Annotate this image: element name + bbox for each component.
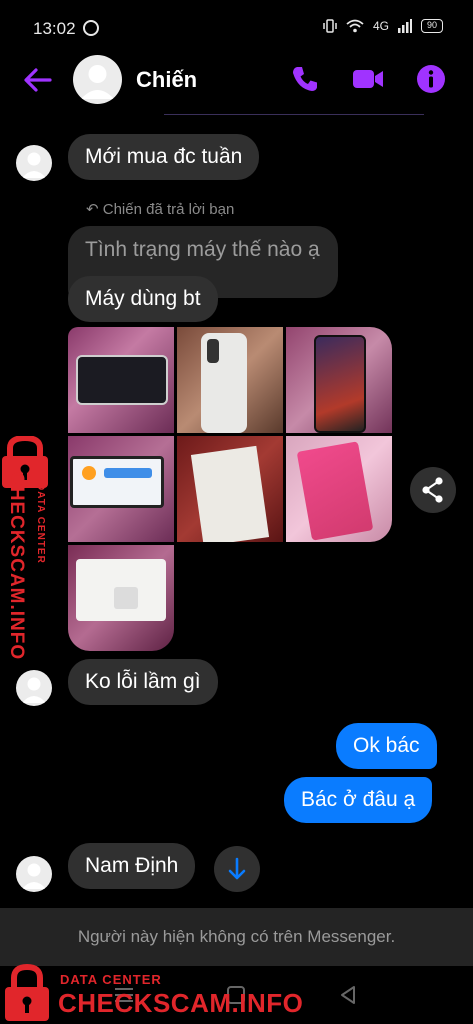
- info-icon[interactable]: [414, 62, 448, 96]
- messenger-notification-icon: [83, 20, 99, 36]
- reply-note: ↶ Chiến đã trả lời bạn: [86, 200, 234, 218]
- phone-icon[interactable]: [288, 62, 322, 96]
- watermark-side-small: DATA CENTER: [35, 483, 46, 564]
- scroll-to-bottom-button[interactable]: [214, 846, 260, 892]
- message-bubble[interactable]: Nam Định: [68, 843, 196, 889]
- back-nav-icon[interactable]: [338, 984, 358, 1006]
- contact-avatar[interactable]: [73, 55, 122, 104]
- arrow-down-icon: [228, 857, 246, 880]
- back-arrow-icon[interactable]: [22, 66, 54, 94]
- network-type: 4G: [372, 19, 389, 33]
- chat-header: Chiến: [0, 52, 473, 110]
- vibrate-icon: [323, 19, 337, 33]
- watermark-brand: CHECKSCAM.INFO: [6, 472, 27, 661]
- watermark-small-text: DATA CENTER: [60, 972, 162, 987]
- sender-avatar[interactable]: [16, 145, 52, 181]
- photo-phone-homescreen[interactable]: [286, 327, 392, 433]
- status-time: 13:02: [33, 19, 76, 38]
- photo-phone-settings-screen[interactable]: [68, 436, 174, 542]
- video-camera-icon[interactable]: [351, 62, 385, 96]
- my-message-bubble[interactable]: Ok bác: [336, 723, 437, 769]
- signal-icon: [398, 19, 412, 33]
- watermark-brand: CHECKSCAM.INFO: [58, 988, 304, 1018]
- contact-name[interactable]: Chiến: [136, 67, 197, 93]
- share-icon: [422, 477, 443, 503]
- photo-phone-back-in-hand[interactable]: [177, 327, 283, 433]
- message-bubble[interactable]: Mới mua đc tuần: [68, 134, 260, 180]
- photo-phone-box-label[interactable]: [177, 436, 283, 542]
- share-button[interactable]: [410, 467, 456, 513]
- header-divider: [164, 114, 424, 115]
- sender-avatar[interactable]: [16, 856, 52, 892]
- photo-charger-accessories[interactable]: [68, 545, 174, 651]
- sender-avatar[interactable]: [16, 670, 52, 706]
- battery-indicator: 90: [421, 19, 443, 33]
- status-icons: 4G 90: [323, 18, 443, 34]
- message-bubble[interactable]: Ko lỗi lầm gì: [68, 659, 218, 705]
- photo-phone-on-fabric[interactable]: [68, 327, 174, 433]
- unavailable-notice: Người này hiện không có trên Messenger.: [0, 908, 473, 966]
- reply-note-text: Chiến đã trả lời bạn: [102, 201, 235, 218]
- message-bubble[interactable]: Máy dùng bt: [68, 276, 218, 322]
- my-message-bubble[interactable]: Bác ở đâu ạ: [284, 777, 433, 823]
- watermark-side-text: CHECKSCAM.INFO: [5, 472, 27, 660]
- reply-arrow-icon: ↶: [86, 201, 103, 218]
- status-bar: 13:02 4G 90: [0, 0, 473, 56]
- photo-joy4-box[interactable]: [286, 436, 392, 542]
- lock-logo-icon: [5, 963, 49, 1021]
- wifi-icon: [346, 19, 364, 33]
